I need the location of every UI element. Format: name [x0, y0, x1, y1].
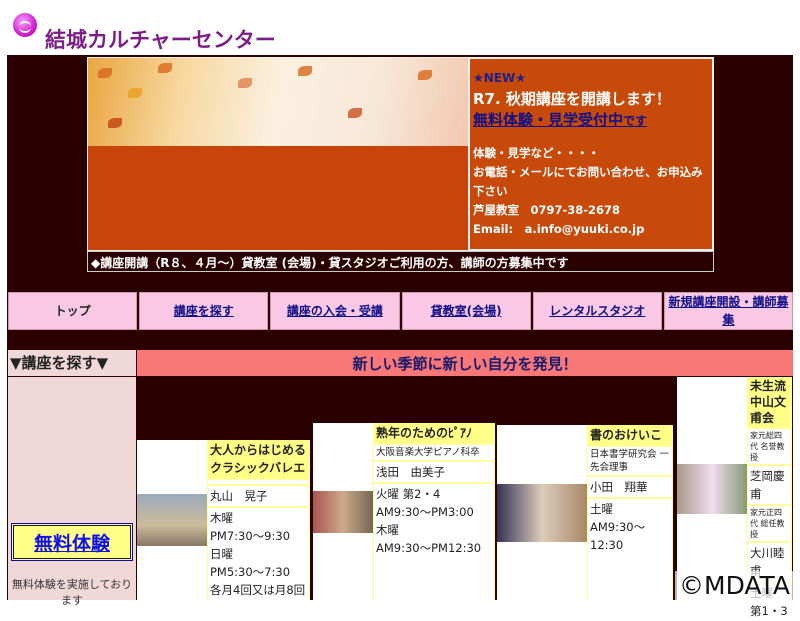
free-trial-text: 無料体験を実施しております	[11, 578, 133, 607]
news-text: 体験・見学など・・・・	[473, 146, 600, 160]
course-photo	[137, 440, 207, 600]
nav-recruit[interactable]: 新規講座開設・講師募集	[663, 292, 794, 330]
course-photo	[497, 425, 587, 600]
course-card[interactable]: 大人からはじめるクラシックバレエ 丸山 晃子 木曜 PM7:30～9:30 日曜 PM…	[137, 440, 310, 600]
site-title: 結城カルチャーセンター	[45, 28, 276, 52]
free-trial-button[interactable]: 無料体験	[11, 523, 133, 561]
course-note: 家元総四代 名誉教授	[748, 429, 791, 464]
course-teacher: 小田 翔華	[588, 477, 672, 497]
nav-find-course[interactable]: 講座を探す	[139, 292, 269, 330]
nav-rental-studio[interactable]: レンタルスタジオ	[532, 292, 662, 330]
course-note: 大阪音楽大学ピアノ科卒	[374, 445, 494, 460]
phone: 芦屋教室 0797-38-2678	[473, 203, 621, 217]
watermark: ©MDATA	[675, 571, 794, 600]
free-trial-link[interactable]: 無料体験・見学受付中です	[473, 111, 647, 129]
new-label: ★NEW★	[473, 71, 526, 85]
section-banner: 新しい季節に新しい自分を発見！	[137, 350, 793, 376]
news-panel: ★NEW★ R7. 秋期講座を開講します！ 無料体験・見学受付中です 体験・見学…	[468, 57, 714, 251]
course-schedule: 火曜 第2・4 AM9:30～PM3:00 木曜 AM9:30～PM12:30	[374, 484, 494, 600]
course-schedule: 土曜 AM9:30～12:30	[588, 499, 672, 600]
email: Email: a.info@yuuki.co.jp	[473, 222, 645, 236]
course-card[interactable]: 書のおけいこ 日本書学研究会 一先会理事 小田 翔華 土曜 AM9:30～12:3…	[497, 425, 673, 600]
announcement-strip: ◆講座開講（R８、４月～）貸教室 (会場)・貸スタジオご利用の方、講師の方募集中…	[87, 251, 714, 272]
course-teacher: 浅田 由美子	[374, 462, 494, 482]
news-text: お電話・メールにてお問い合わせ、お申込み下さい	[473, 165, 703, 198]
course-note	[208, 480, 309, 484]
nav-rental-room[interactable]: 貸教室(会場)	[401, 292, 531, 330]
section-heading: ▼講座を探す▼	[8, 350, 136, 376]
course-photo	[313, 423, 373, 600]
course-card[interactable]: 熟年のためのﾋﾟｱﾉ 大阪音楽大学ピアノ科卒 浅田 由美子 火曜 第2・4 AM9…	[313, 423, 495, 600]
banner	[87, 57, 469, 251]
course-teacher: 丸山 晃子	[208, 486, 309, 506]
main-nav: トップ 講座を探す 講座の入会・受講 貸教室(会場) レンタルスタジオ 新規講座…	[8, 292, 794, 330]
course-title[interactable]: 熟年のためのﾋﾟｱﾉ	[374, 423, 494, 443]
course-title[interactable]: 未生流中山文甫会	[748, 377, 791, 427]
news-headline: R7. 秋期講座を開講します！	[473, 90, 671, 108]
course-title[interactable]: 書のおけいこ	[588, 425, 672, 445]
course-card[interactable]: 未生流中山文甫会 家元総四代 名誉教授 芝岡慶甫 家元正四代 総任教授 大川睦甫…	[677, 377, 792, 621]
course-note: 家元正四代 総任教授	[748, 506, 791, 541]
autumn-leaves-image	[88, 58, 468, 146]
logo-icon	[13, 13, 37, 37]
nav-top[interactable]: トップ	[8, 292, 138, 330]
nav-enroll[interactable]: 講座の入会・受講	[270, 292, 400, 330]
course-schedule: 木曜 PM7:30～9:30 日曜 PM5:30～7:30 各月4回又は月8回	[208, 508, 309, 600]
course-note: 日本書学研究会 一先会理事	[588, 447, 672, 475]
course-teacher: 芝岡慶甫	[748, 466, 791, 504]
sidebar: 無料体験 無料体験を実施しております	[8, 377, 136, 607]
course-title[interactable]: 大人からはじめるクラシックバレエ	[208, 440, 309, 478]
course-photo	[677, 377, 747, 600]
